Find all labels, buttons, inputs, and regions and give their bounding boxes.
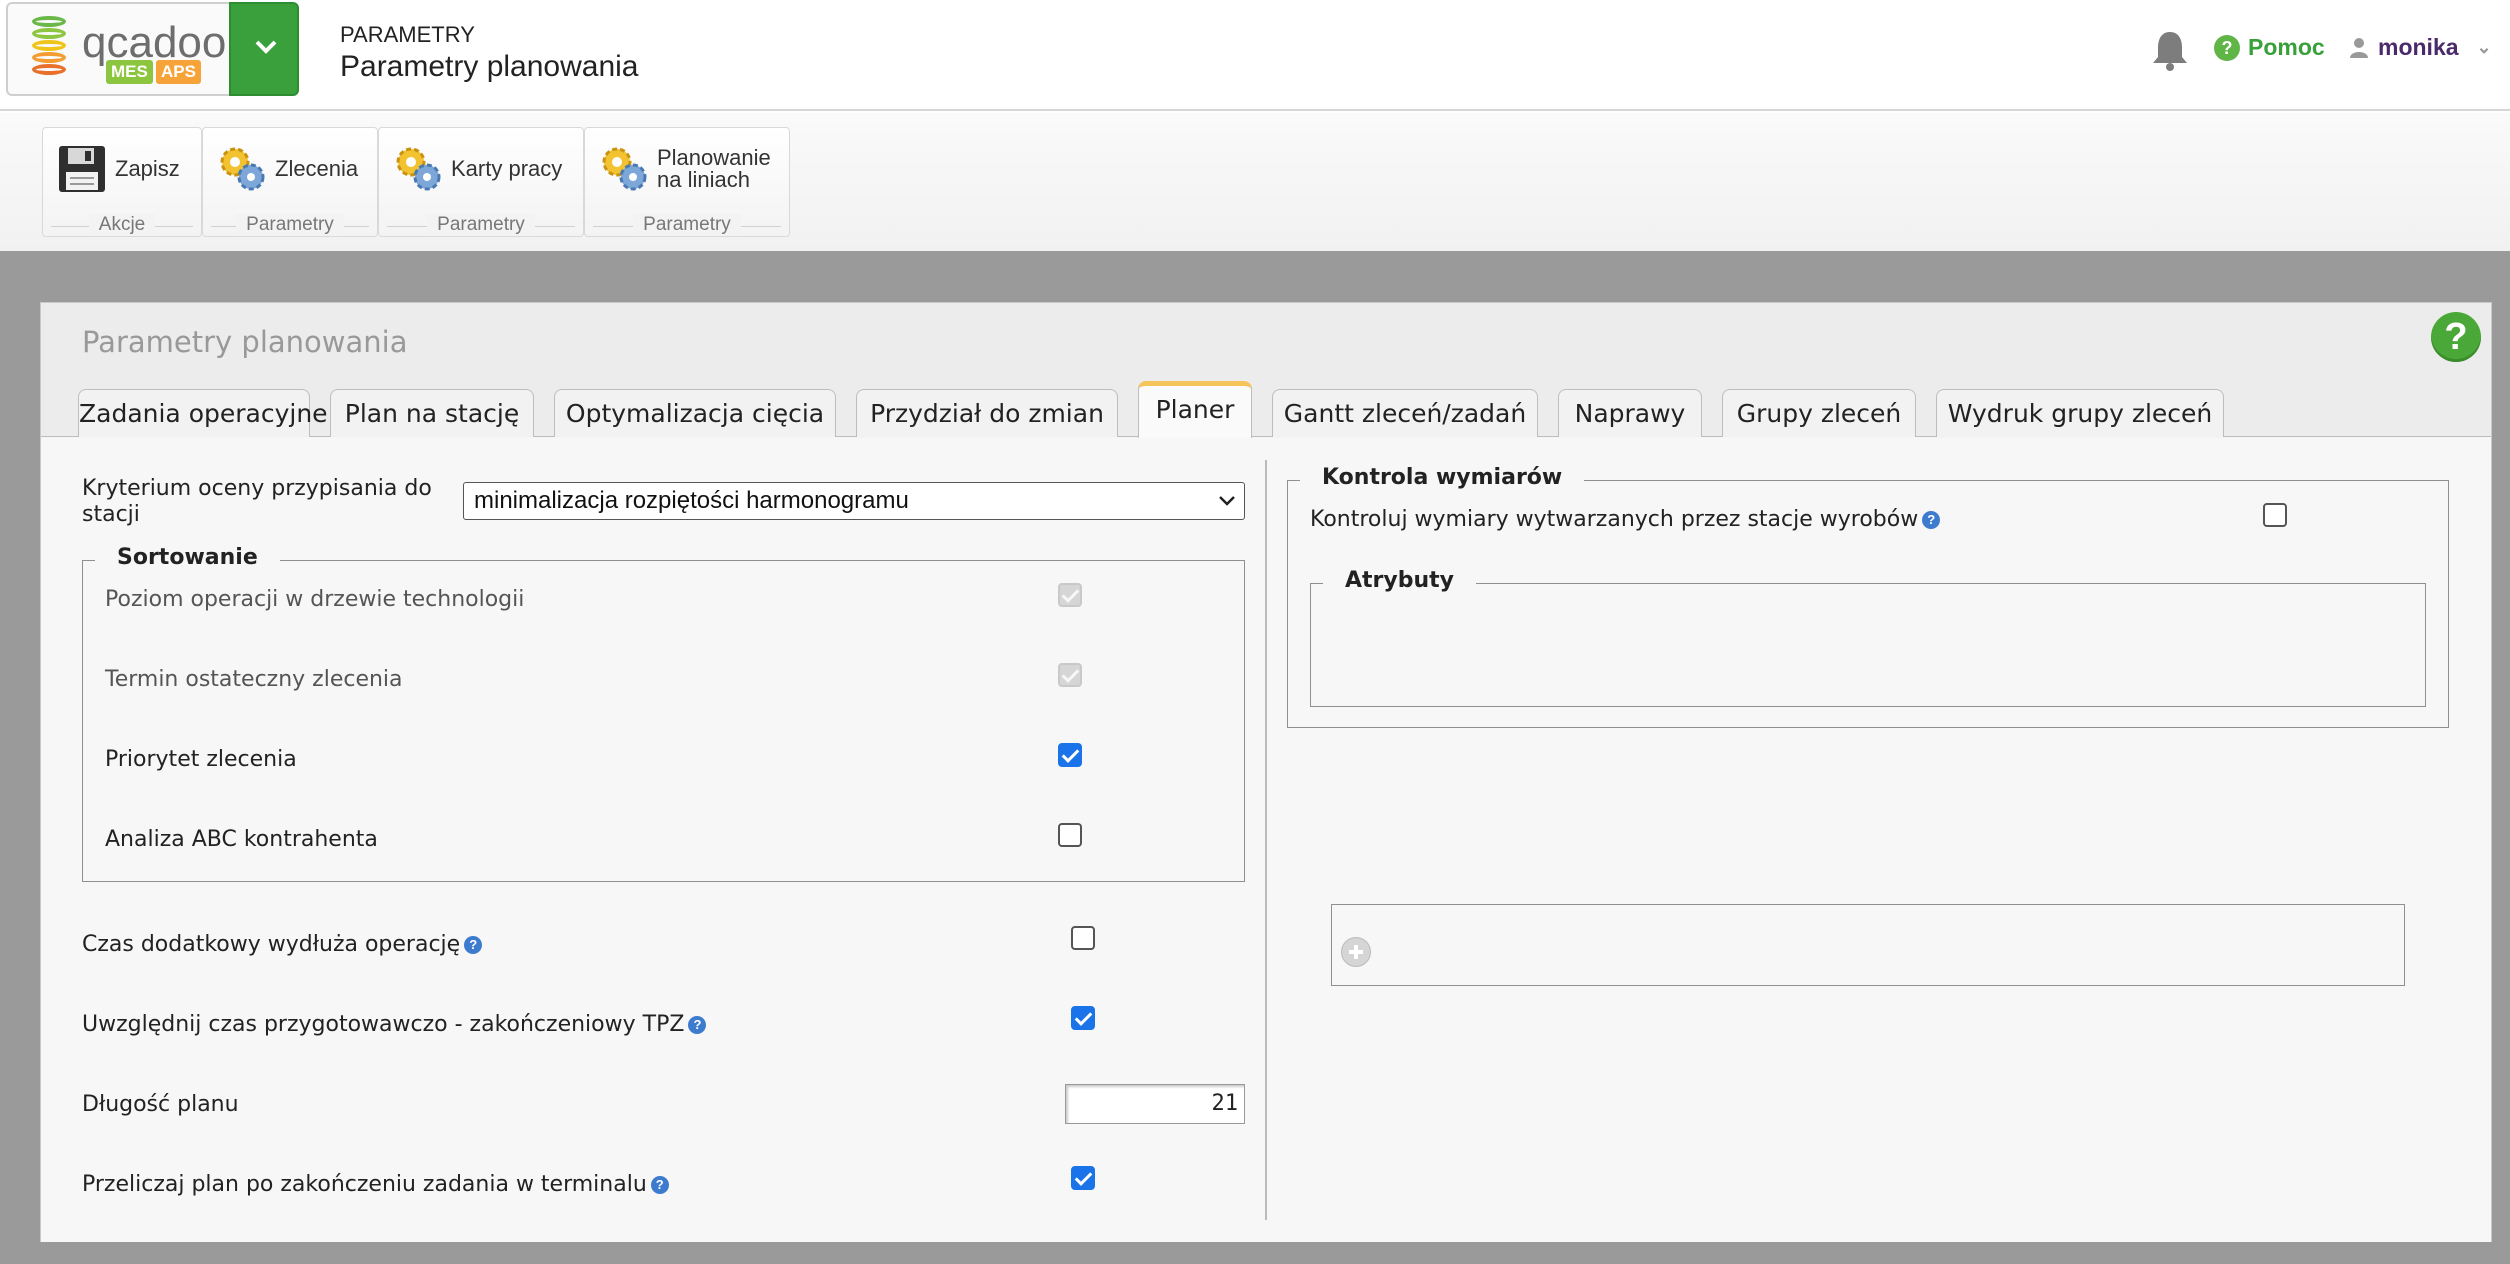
dimension-control-label: Kontroluj wymiary wytwarzanych przez sta…	[1310, 507, 1941, 532]
info-icon[interactable]: ?	[650, 1176, 669, 1194]
tab-planner[interactable]: Planer	[1138, 381, 1252, 439]
sort-deadline-label: Termin ostateczny zlecenia	[105, 667, 403, 692]
page-title: Parametry planowania	[340, 50, 639, 83]
tab-cutting-optimization[interactable]: Optymalizacja cięcia	[554, 389, 836, 437]
info-icon[interactable]: ?	[464, 936, 483, 954]
logo-word: qcadoo	[82, 18, 227, 67]
attributes-legend: Atrybuty	[1323, 568, 1477, 593]
main-menu-toggle-button[interactable]	[229, 2, 299, 96]
tpz-label: Uwzględnij czas przygotowawczo - zakończ…	[82, 1012, 707, 1037]
line-planning-button-label: Planowanie na liniach	[657, 145, 771, 192]
ribbon-group-label: Parametry	[585, 214, 789, 236]
sort-operation-level-checkbox	[1058, 583, 1082, 607]
logo-mark-icon	[32, 16, 74, 78]
dimension-control-legend: Kontrola wymiarów	[1300, 465, 1585, 490]
chevron-down-icon: ⌄	[2476, 37, 2492, 57]
sort-operation-level-label: Poziom operacji w drzewie technologii	[105, 587, 525, 612]
gears-icon	[220, 147, 265, 191]
orders-button-label: Zlecenia	[275, 156, 359, 181]
tpz-checkbox[interactable]	[1071, 1006, 1095, 1030]
breadcrumb-section: PARAMETRY	[340, 22, 475, 47]
bell-icon[interactable]	[2150, 28, 2190, 72]
app-logo[interactable]: qcadoo MES APS	[6, 2, 233, 96]
panel-title: Parametry planowania	[82, 325, 408, 359]
help-link-label: Pomoc	[2248, 34, 2325, 60]
plan-length-label: Długość planu	[82, 1092, 239, 1117]
sort-abc-checkbox[interactable]	[1058, 823, 1082, 847]
form-panel: Parametry planowania ? Zadania operacyjn…	[40, 302, 2492, 1242]
criterion-label: Kryterium oceny przypisania do stacji	[82, 476, 432, 527]
tab-order-group-print[interactable]: Wydruk grupy zleceń	[1936, 389, 2224, 437]
ribbon-toolbar: Zapisz Akcje Zlecenia Parametry Karty pr…	[0, 113, 2510, 251]
gears-icon	[396, 147, 441, 191]
logo-tag-aps: APS	[156, 60, 201, 84]
save-button[interactable]: Zapisz	[57, 136, 180, 202]
add-icon[interactable]	[1341, 937, 1371, 967]
sorting-legend: Sortowanie	[95, 545, 280, 570]
sort-abc-label: Analiza ABC kontrahenta	[105, 827, 378, 852]
criterion-selected-value: minimalizacja rozpiętości harmonogramu	[474, 487, 909, 514]
recalc-plan-label: Przeliczaj plan po zakończeniu zadania w…	[82, 1172, 669, 1197]
criterion-select[interactable]: minimalizacja rozpiętości harmonogramu	[463, 482, 1245, 520]
tab-gantt[interactable]: Gantt zleceń/zadań	[1272, 389, 1538, 437]
dimension-control-checkbox[interactable]	[2263, 503, 2287, 527]
question-icon: ?	[2214, 34, 2240, 61]
logo-tag-mes: MES	[106, 60, 153, 84]
line-planning-parameters-button[interactable]: Planowanie na liniach	[599, 136, 771, 202]
extra-time-label: Czas dodatkowy wydłuża operację?	[82, 932, 483, 957]
tab-shift-assignment[interactable]: Przydział do zmian	[856, 389, 1118, 437]
user-icon	[2350, 37, 2368, 58]
floppy-disk-icon	[59, 146, 105, 192]
recalc-plan-checkbox[interactable]	[1071, 1166, 1095, 1190]
planner-tab-content: Kryterium oceny przypisania do stacji min…	[41, 438, 2491, 1242]
top-bar: qcadoo MES APS PARAMETRY Parametry plano…	[0, 0, 2510, 111]
column-divider	[1265, 460, 1267, 1220]
worksheets-button-label: Karty pracy	[451, 156, 563, 181]
tab-order-groups[interactable]: Grupy zleceń	[1722, 389, 1916, 437]
ribbon-group-label: Parametry	[203, 214, 377, 236]
ribbon-group-orders: Zlecenia Parametry	[202, 127, 378, 237]
workspace: Parametry planowania ? Zadania operacyjn…	[0, 251, 2510, 1264]
attributes-grid	[1331, 904, 2405, 986]
help-link[interactable]: ? Pomoc	[2214, 34, 2325, 61]
dimension-control-fieldset: Kontrola wymiarów Kontroluj wymiary wytw…	[1287, 465, 2449, 728]
info-icon[interactable]: ?	[688, 1016, 707, 1034]
tab-operational-tasks[interactable]: Zadania operacyjne	[78, 389, 328, 437]
gears-icon	[602, 147, 647, 191]
user-menu[interactable]: monika ⌄	[2350, 34, 2492, 61]
extra-time-checkbox[interactable]	[1071, 926, 1095, 950]
chevron-down-icon	[1219, 496, 1235, 506]
chevron-down-icon	[255, 40, 277, 54]
tab-station-plan[interactable]: Plan na stację	[330, 389, 534, 437]
sort-deadline-checkbox	[1058, 663, 1082, 687]
worksheets-parameters-button[interactable]: Karty pracy	[393, 136, 562, 202]
sort-priority-label: Priorytet zlecenia	[105, 747, 297, 772]
sort-priority-checkbox[interactable]	[1058, 743, 1082, 767]
ribbon-group-label: Akcje	[43, 214, 201, 236]
ribbon-group-actions: Zapisz Akcje	[42, 127, 202, 237]
attributes-fieldset: Atrybuty	[1310, 568, 2426, 707]
ribbon-group-worksheets: Karty pracy Parametry	[378, 127, 584, 237]
panel-header: Parametry planowania ? Zadania operacyjn…	[41, 303, 2491, 439]
ribbon-group-line-planning: Planowanie na liniach Parametry	[584, 127, 790, 237]
ribbon-group-label: Parametry	[379, 214, 583, 236]
orders-parameters-button[interactable]: Zlecenia	[217, 136, 358, 202]
info-icon[interactable]: ?	[1922, 511, 1941, 529]
user-name: monika	[2378, 34, 2459, 60]
tab-repairs[interactable]: Naprawy	[1558, 389, 1702, 437]
sorting-fieldset: Sortowanie Poziom operacji w drzewie tec…	[82, 545, 1245, 882]
save-button-label: Zapisz	[115, 156, 180, 181]
help-icon[interactable]: ?	[2431, 312, 2481, 362]
plan-length-input[interactable]: 21	[1065, 1084, 1245, 1124]
